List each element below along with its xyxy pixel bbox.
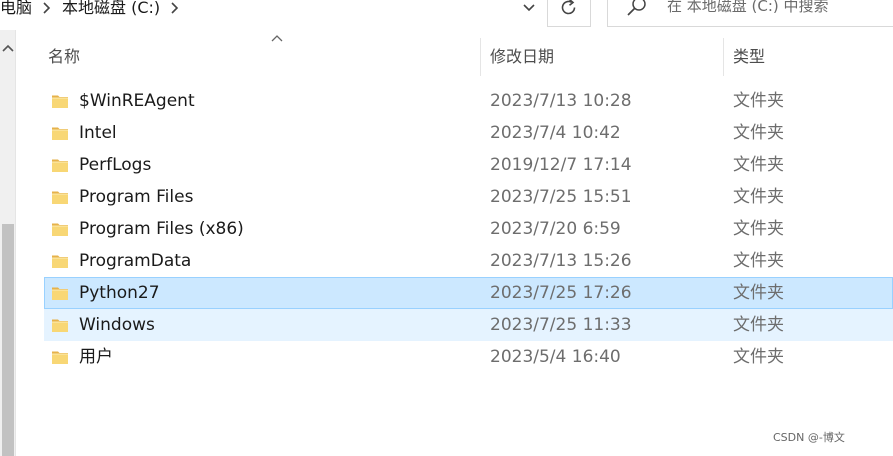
- chevron-right-icon[interactable]: [170, 0, 180, 17]
- file-name[interactable]: Intel: [79, 122, 117, 144]
- file-row[interactable]: $WinREAgent 2023/7/13 10:28 文件夹: [44, 85, 893, 117]
- navigation-pane-scrollbar[interactable]: [0, 30, 16, 456]
- column-name-header[interactable]: 名称: [48, 47, 80, 67]
- file-modified-date: 2023/7/13 10:28: [490, 91, 632, 111]
- file-row[interactable]: PerfLogs 2019/12/7 17:14 文件夹: [44, 149, 893, 181]
- address-history-button[interactable]: [512, 0, 546, 22]
- file-modified-date: 2023/7/20 6:59: [490, 219, 621, 239]
- chevron-right-icon[interactable]: [42, 0, 52, 17]
- file-row[interactable]: Program Files 2023/7/25 15:51 文件夹: [44, 181, 893, 213]
- file-modified-date: 2023/5/4 16:40: [490, 347, 621, 367]
- file-name[interactable]: $WinREAgent: [79, 90, 195, 112]
- folder-icon: [51, 92, 69, 110]
- file-name[interactable]: Program Files: [79, 186, 193, 208]
- file-modified-date: 2023/7/4 10:42: [490, 123, 621, 143]
- breadcrumb-this-pc[interactable]: 此电脑: [0, 0, 32, 17]
- folder-icon: [51, 316, 69, 334]
- file-type: 文件夹: [733, 315, 784, 335]
- file-modified-date: 2023/7/25 15:51: [490, 187, 632, 207]
- file-name[interactable]: Program Files (x86): [79, 218, 244, 240]
- file-name[interactable]: Windows: [79, 314, 155, 336]
- breadcrumb: 此电脑 本地磁盘 (C:): [0, 0, 540, 30]
- folder-icon: [51, 156, 69, 174]
- file-list: $WinREAgent 2023/7/13 10:28 文件夹 Intel 2023/7…: [44, 85, 893, 373]
- refresh-button[interactable]: [547, 0, 591, 27]
- file-type: 文件夹: [733, 187, 784, 207]
- file-row[interactable]: ProgramData 2023/7/13 15:26 文件夹: [44, 245, 893, 277]
- file-type: 文件夹: [733, 347, 784, 367]
- file-modified-date: 2023/7/25 11:33: [490, 315, 632, 335]
- scroll-up-icon[interactable]: [0, 42, 16, 56]
- folder-icon: [51, 220, 69, 238]
- file-name[interactable]: ProgramData: [79, 250, 191, 272]
- file-name[interactable]: PerfLogs: [79, 154, 151, 176]
- folder-icon: [51, 348, 69, 366]
- sort-ascending-icon: [271, 35, 283, 42]
- file-row[interactable]: Intel 2023/7/4 10:42 文件夹: [44, 117, 893, 149]
- file-modified-date: 2019/12/7 17:14: [490, 155, 632, 175]
- scrollbar-thumb[interactable]: [2, 224, 14, 456]
- refresh-icon: [561, 0, 576, 15]
- address-bar: 此电脑 本地磁盘 (C:) 在 本地磁盘 (C:) 中搜索: [0, 0, 893, 30]
- file-type: 文件夹: [733, 155, 784, 175]
- file-row[interactable]: Python27 2023/7/25 17:26 文件夹: [44, 277, 893, 309]
- file-type: 文件夹: [733, 219, 784, 239]
- column-type-header[interactable]: 类型: [733, 47, 765, 67]
- file-type: 文件夹: [733, 123, 784, 143]
- watermark: CSDN @-博文: [773, 431, 845, 444]
- folder-icon: [51, 284, 69, 302]
- column-divider[interactable]: [480, 38, 481, 76]
- search-input[interactable]: 在 本地磁盘 (C:) 中搜索: [607, 0, 893, 27]
- file-row[interactable]: Windows 2023/7/25 11:33 文件夹: [44, 309, 893, 341]
- column-modified-header[interactable]: 修改日期: [490, 47, 554, 67]
- file-row[interactable]: 用户 2023/5/4 16:40 文件夹: [44, 341, 893, 373]
- file-name[interactable]: 用户: [79, 346, 113, 368]
- chevron-down-icon: [523, 4, 535, 12]
- search-placeholder: 在 本地磁盘 (C:) 中搜索: [667, 0, 829, 15]
- breadcrumb-local-disk[interactable]: 本地磁盘 (C:): [62, 0, 160, 17]
- folder-icon: [51, 124, 69, 142]
- file-type: 文件夹: [733, 91, 784, 111]
- column-divider[interactable]: [723, 38, 724, 76]
- folder-icon: [51, 252, 69, 270]
- file-row[interactable]: Program Files (x86) 2023/7/20 6:59 文件夹: [44, 213, 893, 245]
- file-modified-date: 2023/7/13 15:26: [490, 251, 632, 271]
- file-modified-date: 2023/7/25 17:26: [490, 283, 632, 303]
- file-type: 文件夹: [733, 283, 784, 303]
- search-icon: [627, 0, 646, 16]
- column-header: 名称 修改日期 类型: [16, 30, 893, 78]
- file-type: 文件夹: [733, 251, 784, 271]
- folder-icon: [51, 188, 69, 206]
- file-name[interactable]: Python27: [79, 282, 160, 304]
